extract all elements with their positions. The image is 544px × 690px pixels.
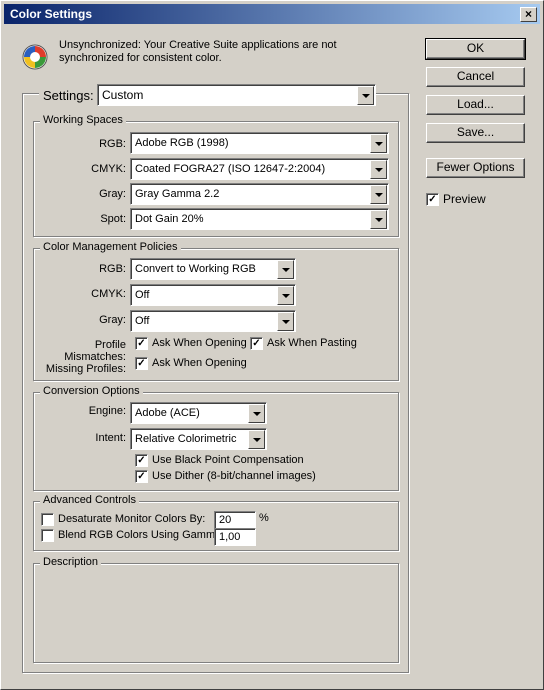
missing-profiles-label: Missing Profiles: bbox=[45, 363, 126, 375]
chevron-down-icon bbox=[277, 286, 294, 305]
pol-cmyk-dropdown[interactable]: Off bbox=[130, 284, 296, 306]
chevron-down-icon bbox=[277, 312, 294, 331]
ws-gray-dropdown[interactable]: Gray Gamma 2.2 bbox=[130, 183, 389, 205]
settings-label: Settings: bbox=[39, 87, 98, 105]
pol-cmyk-label: CMYK: bbox=[91, 288, 126, 300]
chevron-down-icon bbox=[357, 86, 374, 105]
chevron-down-icon bbox=[370, 160, 387, 179]
ws-cmyk-value: Coated FOGRA27 (ISO 12647-2:2004) bbox=[135, 163, 326, 175]
ws-cmyk-dropdown[interactable]: Coated FOGRA27 (ISO 12647-2:2004) bbox=[130, 158, 389, 180]
save-button[interactable]: Save... bbox=[426, 123, 525, 143]
ws-rgb-dropdown[interactable]: Adobe RGB (1998) bbox=[130, 132, 389, 154]
mismatch-ask-opening-label: Ask When Opening bbox=[152, 337, 247, 349]
chevron-down-icon bbox=[370, 134, 387, 153]
fewer-options-button[interactable]: Fewer Options bbox=[426, 158, 525, 178]
ws-spot-value: Dot Gain 20% bbox=[135, 213, 204, 225]
intent-dropdown[interactable]: Relative Colorimetric bbox=[130, 428, 267, 450]
preview-label: Preview bbox=[443, 192, 486, 206]
desaturate-checkbox[interactable] bbox=[41, 513, 54, 526]
missing-ask-opening-label: Ask When Opening bbox=[152, 357, 247, 369]
working-spaces-title: Working Spaces bbox=[40, 114, 126, 126]
pol-rgb-value: Convert to Working RGB bbox=[135, 263, 256, 275]
title-bar[interactable]: Color Settings × bbox=[4, 4, 540, 24]
ws-spot-dropdown[interactable]: Dot Gain 20% bbox=[130, 208, 389, 230]
intent-value: Relative Colorimetric bbox=[135, 433, 237, 445]
engine-label: Engine: bbox=[88, 405, 126, 417]
black-point-label: Use Black Point Compensation bbox=[152, 454, 304, 466]
chevron-down-icon bbox=[277, 260, 294, 279]
description-title: Description bbox=[40, 556, 102, 568]
intent-label: Intent: bbox=[95, 432, 126, 444]
chevron-down-icon bbox=[370, 210, 387, 229]
policies-title: Color Management Policies bbox=[40, 241, 181, 253]
ws-rgb-value: Adobe RGB (1998) bbox=[135, 137, 229, 149]
blend-gamma-checkbox[interactable] bbox=[41, 529, 54, 542]
ws-gray-value: Gray Gamma 2.2 bbox=[135, 188, 220, 200]
cancel-button[interactable]: Cancel bbox=[426, 67, 525, 87]
advanced-title: Advanced Controls bbox=[40, 494, 139, 506]
window-title: Color Settings bbox=[10, 7, 93, 21]
chevron-down-icon bbox=[248, 430, 265, 449]
mismatch-ask-pasting-checkbox[interactable]: ✓ bbox=[250, 337, 263, 350]
dither-checkbox[interactable]: ✓ bbox=[135, 470, 148, 483]
black-point-checkbox[interactable]: ✓ bbox=[135, 454, 148, 467]
settings-dropdown[interactable]: Custom bbox=[97, 84, 376, 106]
desaturate-label: Desaturate Monitor Colors By: bbox=[58, 513, 206, 525]
preview-checkbox[interactable]: ✓ bbox=[426, 193, 439, 206]
description-group: Description bbox=[33, 556, 399, 663]
pol-gray-dropdown[interactable]: Off bbox=[130, 310, 296, 332]
ws-spot-label: Spot: bbox=[100, 213, 126, 225]
load-button[interactable]: Load... bbox=[426, 95, 525, 115]
color-settings-dialog: Color Settings × Unsynchronized: Your Cr… bbox=[0, 0, 544, 690]
pol-gray-label: Gray: bbox=[99, 314, 126, 326]
desaturate-input[interactable]: 20 bbox=[214, 511, 256, 529]
missing-ask-opening-checkbox[interactable]: ✓ bbox=[135, 357, 148, 370]
ws-cmyk-label: CMYK: bbox=[91, 163, 126, 175]
pol-rgb-dropdown[interactable]: Convert to Working RGB bbox=[130, 258, 296, 280]
desaturate-unit: % bbox=[259, 512, 269, 524]
blend-gamma-input[interactable]: 1,00 bbox=[214, 528, 256, 546]
close-button[interactable]: × bbox=[520, 7, 537, 22]
engine-dropdown[interactable]: Adobe (ACE) bbox=[130, 402, 267, 424]
mismatch-ask-opening-checkbox[interactable]: ✓ bbox=[135, 337, 148, 350]
ws-rgb-label: RGB: bbox=[99, 138, 126, 150]
ws-gray-label: Gray: bbox=[99, 188, 126, 200]
profile-mismatches-label: Profile Mismatches: bbox=[64, 339, 126, 363]
sync-message: Unsynchronized: Your Creative Suite appl… bbox=[59, 39, 337, 64]
pol-cmyk-value: Off bbox=[135, 289, 150, 301]
dither-label: Use Dither (8-bit/channel images) bbox=[152, 470, 316, 482]
blend-gamma-label: Blend RGB Colors Using Gamma: bbox=[58, 529, 225, 541]
color-sync-icon bbox=[21, 43, 49, 71]
engine-value: Adobe (ACE) bbox=[135, 407, 200, 419]
chevron-down-icon bbox=[248, 404, 265, 423]
mismatch-ask-pasting-label: Ask When Pasting bbox=[267, 337, 357, 349]
chevron-down-icon bbox=[370, 185, 387, 204]
pol-gray-value: Off bbox=[135, 315, 150, 327]
pol-rgb-label: RGB: bbox=[99, 263, 126, 275]
ok-button[interactable]: OK bbox=[425, 38, 526, 60]
conversion-title: Conversion Options bbox=[40, 385, 143, 397]
settings-value: Custom bbox=[102, 88, 144, 102]
